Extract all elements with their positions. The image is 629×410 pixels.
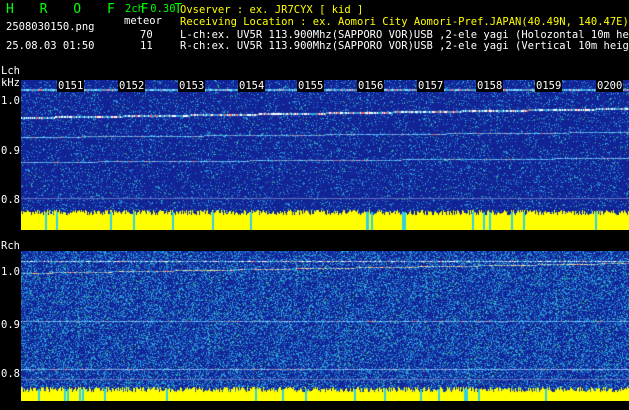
- rch-info-line: R-ch:ex. UV5R 113.900Mhz(SAPPORO VOR)USB…: [180, 40, 629, 52]
- lch-label: Lch: [1, 65, 20, 77]
- location-line: Receiving Location : ex. Aomori City Aom…: [180, 16, 629, 28]
- time-label: 0156: [357, 80, 385, 92]
- time-label: 0158: [476, 80, 504, 92]
- time-label: 0200: [596, 80, 624, 92]
- time-label: 0155: [297, 80, 325, 92]
- rch-label: Rch: [1, 240, 20, 252]
- mode-sub-label: meteor: [124, 15, 162, 27]
- count-rch: 11: [140, 40, 153, 52]
- time-label: 0152: [118, 80, 146, 92]
- rch-spectrogram[interactable]: [21, 251, 629, 401]
- lch-ytick-3: 0.8: [1, 194, 20, 206]
- time-label: 0157: [417, 80, 445, 92]
- observer-line: Ovserver : ex. JR7CYX [ kid ]: [180, 4, 364, 16]
- lch-ytick-2: 0.9: [1, 145, 20, 157]
- time-label: 0159: [535, 80, 563, 92]
- rch-ytick-3: 0.8: [1, 368, 20, 380]
- rch-ytick-2: 0.9: [1, 319, 20, 331]
- time-label: 0154: [238, 80, 266, 92]
- lch-unit: kHz: [1, 77, 20, 89]
- mode-label: 2ch 0.30: [125, 3, 176, 15]
- lch-ytick-1: 1.0: [1, 95, 20, 107]
- rch-ytick-1: 1.0: [1, 266, 20, 278]
- lch-spectrogram[interactable]: [21, 80, 629, 230]
- time-label: 0153: [178, 80, 206, 92]
- filename: 2508030150.png: [6, 21, 95, 33]
- time-label: 0151: [57, 80, 85, 92]
- datetime: 25.08.03 01:50: [6, 40, 95, 52]
